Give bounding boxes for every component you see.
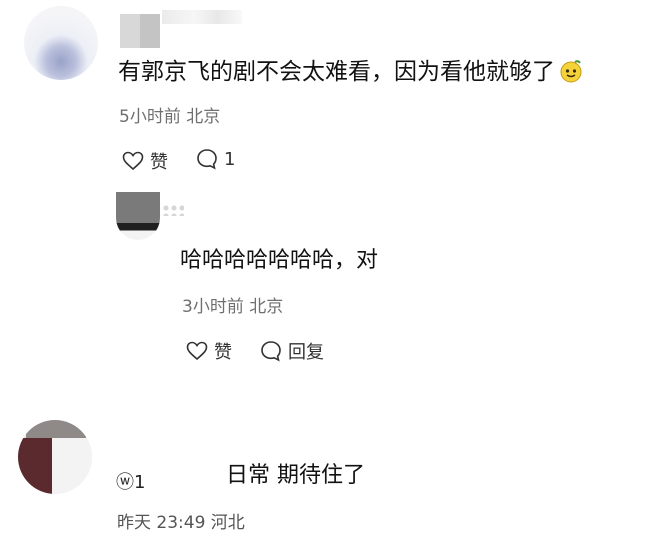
username-blurred[interactable] [120, 14, 160, 48]
avatar[interactable] [24, 6, 98, 80]
heart-outline-icon [122, 151, 144, 171]
like-button[interactable]: 赞 [122, 148, 168, 174]
reply-count: 1 [224, 148, 236, 170]
comment-meta: 昨天 23:49 河北 [117, 513, 245, 533]
reply-avatar[interactable] [116, 192, 160, 240]
reply-like-label: 赞 [214, 342, 232, 363]
smiley-sticker-icon [559, 59, 583, 83]
comment-meta: 5小时前 北京 [119, 107, 221, 127]
like-label: 赞 [150, 152, 168, 173]
comment-text: 日常 期待住了 [226, 463, 365, 488]
reply-text: 哈哈哈哈哈哈哈，对 [180, 248, 379, 273]
reply-like-button[interactable]: 赞 [186, 338, 232, 364]
avatar[interactable] [18, 420, 92, 494]
comment-text: 有郭京飞的剧不会太难看，因为看他就够了 [118, 56, 583, 88]
reply-meta: 3小时前 北京 [182, 297, 284, 317]
comment-thread: 有郭京飞的剧不会太难看，因为看他就够了 5小时前 北京 赞 1 哈哈哈哈哈哈哈，… [0, 0, 660, 544]
comment-bubble-icon [196, 148, 218, 170]
reply-username-blurred[interactable] [162, 204, 184, 216]
reply-count-button[interactable]: 1 [196, 148, 235, 170]
username-fragment[interactable]: ⓦ1 [116, 468, 145, 494]
heart-outline-icon [186, 341, 208, 361]
comment-bubble-icon [260, 340, 282, 362]
comment-body: 有郭京飞的剧不会太难看，因为看他就够了 [118, 59, 555, 85]
reply-button[interactable]: 回复 [260, 338, 324, 364]
username-blurred-strip [162, 10, 242, 24]
reply-label: 回复 [288, 342, 324, 363]
